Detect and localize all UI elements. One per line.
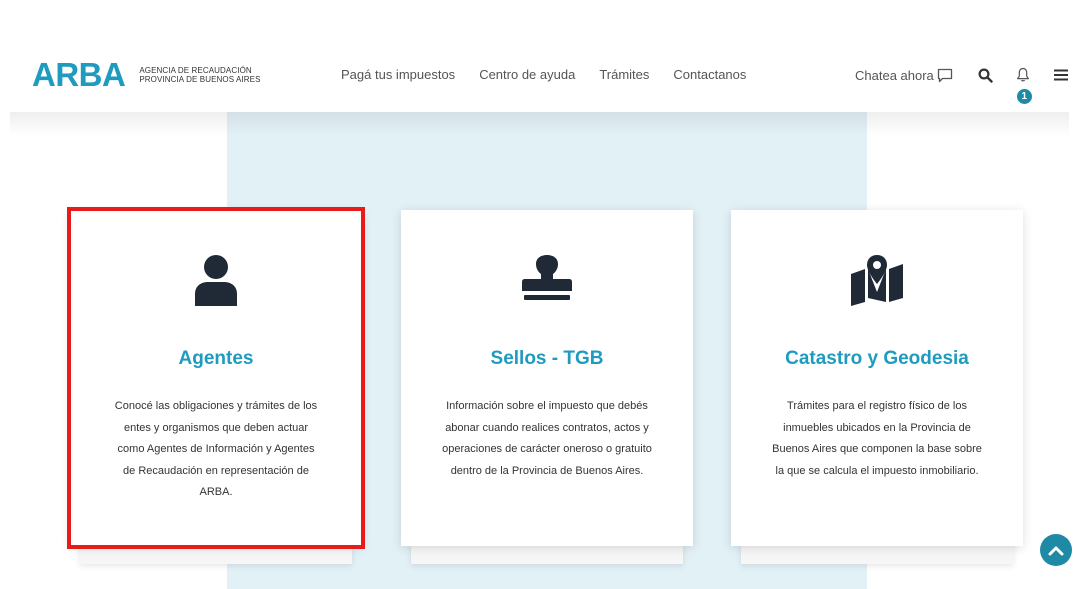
hamburger-icon: [1053, 69, 1068, 81]
logo-wordmark: ARBA: [32, 56, 126, 93]
logo-subtitle: AGENCIA DE RECAUDACIÓN PROVINCIA DE BUEN…: [139, 66, 260, 84]
nav-pay-taxes[interactable]: Pagá tus impuestos: [341, 67, 455, 82]
notifications-button[interactable]: 1: [1012, 64, 1034, 104]
arba-logo[interactable]: ARBA AGENCIA DE RECAUDACIÓN PROVINCIA DE…: [32, 58, 261, 91]
notification-badge: 1: [1016, 89, 1032, 104]
header-shadow: [10, 110, 1069, 136]
stamp-icon: [522, 255, 572, 300]
logo-subtitle-line-1: AGENCIA DE RECAUDACIÓN: [139, 65, 252, 75]
card-description: Trámites para el registro físico de los …: [772, 400, 982, 477]
card-agentes[interactable]: Agentes Conocé las obligaciones y trámit…: [67, 207, 365, 549]
card-description: Conocé las obligaciones y trámites de lo…: [114, 400, 318, 498]
card-description: Información sobre el impuesto que debés …: [442, 400, 652, 477]
chevron-up-icon: [1048, 546, 1064, 555]
header-actions: Chatea ahora 1: [855, 62, 1072, 104]
nav-contact[interactable]: Contactanos: [673, 67, 746, 82]
card-sellos-tgb[interactable]: Sellos - TGB Información sobre el impues…: [401, 210, 693, 546]
chat-now-button[interactable]: Chatea ahora: [855, 68, 953, 83]
map-location-icon: [851, 255, 903, 306]
chat-icon: [937, 68, 952, 82]
logo-subtitle-line-2: PROVINCIA DE BUENOS AIRES: [139, 74, 261, 84]
search-button[interactable]: [975, 64, 997, 86]
menu-button[interactable]: [1050, 64, 1072, 86]
page: ARBA AGENCIA DE RECAUDACIÓN PROVINCIA DE…: [0, 0, 1079, 589]
site-header: ARBA AGENCIA DE RECAUDACIÓN PROVINCIA DE…: [0, 0, 1079, 112]
card-title: Sellos - TGB: [490, 348, 604, 369]
card-catastro-geodesia[interactable]: Catastro y Geodesia Trámites para el reg…: [731, 210, 1023, 546]
nav-help-center[interactable]: Centro de ayuda: [479, 67, 575, 82]
chat-now-label: Chatea ahora: [855, 67, 934, 83]
search-icon: [978, 67, 993, 83]
card-title: Catastro y Geodesia: [785, 348, 969, 369]
user-icon: [195, 255, 237, 306]
bell-icon: [1016, 67, 1029, 82]
scroll-to-top-button[interactable]: [1040, 534, 1072, 566]
main-nav: Pagá tus impuestos Centro de ayuda Trámi…: [341, 67, 770, 82]
card-title: Agentes: [178, 348, 254, 369]
nav-procedures[interactable]: Trámites: [599, 67, 649, 82]
